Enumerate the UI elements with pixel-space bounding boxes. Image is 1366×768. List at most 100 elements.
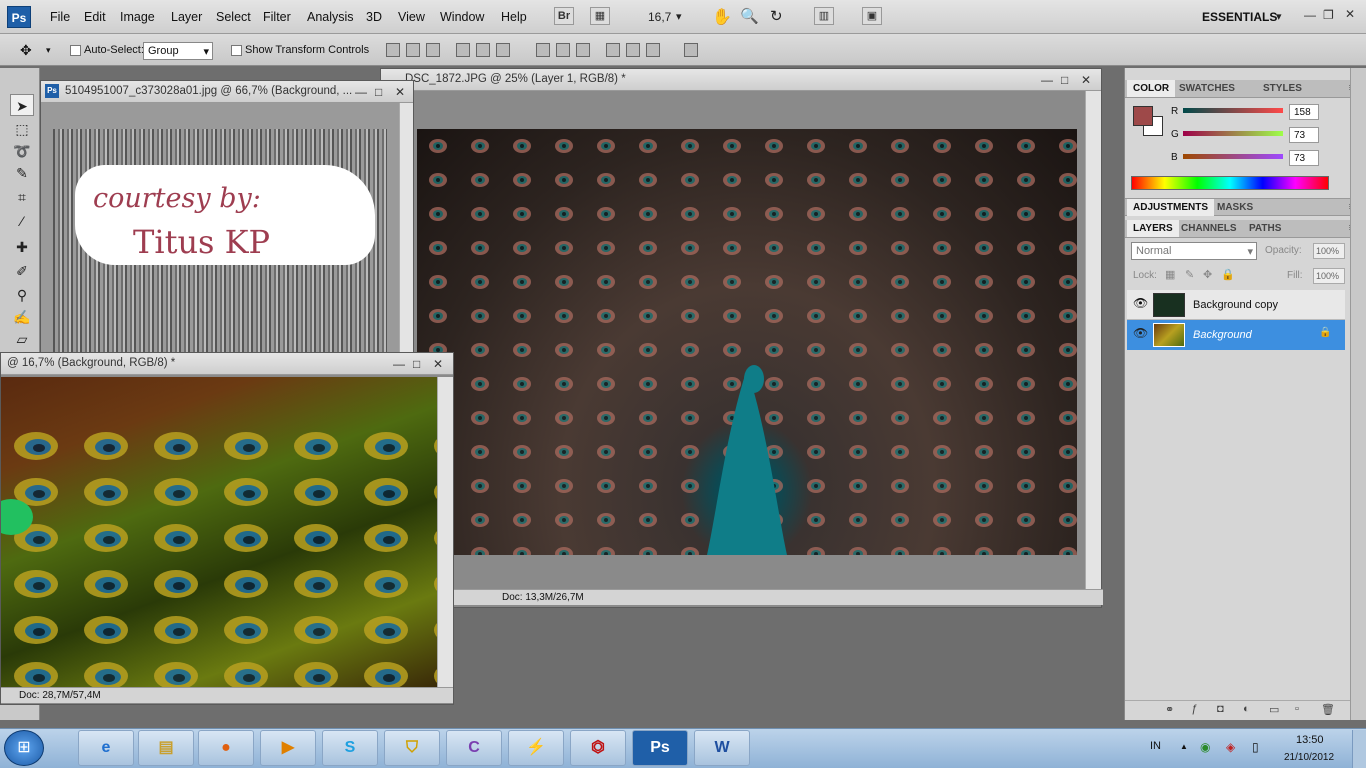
menu-layer[interactable]: Layer <box>171 10 202 24</box>
group-icon[interactable]: ▭ <box>1269 703 1279 716</box>
app-close-button[interactable]: ✕ <box>1345 7 1355 21</box>
quick-select-tool-icon[interactable]: ✎ <box>10 162 34 184</box>
file-explorer-icon[interactable]: ▤ <box>138 730 194 766</box>
brush-tool-icon[interactable]: ✐ <box>10 260 34 282</box>
distribute-bottom-icon[interactable] <box>576 43 590 57</box>
minibridge-icon[interactable]: ▦ <box>590 7 610 25</box>
g-value[interactable]: 73 <box>1289 127 1319 143</box>
layer-row[interactable]: 👁 Background copy <box>1127 290 1345 320</box>
move-tool-icon[interactable]: ✥ <box>20 42 32 59</box>
distribute-hcenter-icon[interactable] <box>626 43 640 57</box>
doc-minimize-button[interactable]: — <box>1041 73 1053 87</box>
distribute-top-icon[interactable] <box>536 43 550 57</box>
eraser-tool-icon[interactable]: ▱ <box>10 328 34 350</box>
tray-expand-icon[interactable]: ▲ <box>1180 742 1188 751</box>
language-indicator[interactable]: IN <box>1150 740 1161 752</box>
opacity-value[interactable]: 100% <box>1313 243 1345 259</box>
tab-layers[interactable]: LAYERS <box>1127 220 1179 237</box>
distribute-vcenter-icon[interactable] <box>556 43 570 57</box>
r-value[interactable]: 158 <box>1289 104 1319 120</box>
rotate-view-icon[interactable]: ↻ <box>770 7 783 25</box>
menu-analysis[interactable]: Analysis <box>307 10 354 24</box>
color-spectrum-ramp[interactable] <box>1131 176 1329 190</box>
word-icon[interactable]: W <box>694 730 750 766</box>
doc-close-button[interactable]: ✕ <box>395 85 405 99</box>
battery-icon[interactable]: ▯ <box>1252 740 1259 754</box>
vertical-scrollbar[interactable] <box>399 103 413 359</box>
doc-maximize-button[interactable]: □ <box>375 85 382 99</box>
photoshop-task-icon[interactable]: Ps <box>632 730 688 766</box>
document-window-dsc1872[interactable]: DSC_1872.JPG @ 25% (Layer 1, RGB/8) * — … <box>380 68 1103 608</box>
media-player-icon[interactable]: ▶ <box>260 730 316 766</box>
blend-mode-dropdown[interactable]: Normal ▾ <box>1131 242 1257 260</box>
chevron-down-icon[interactable]: ▾ <box>676 10 682 23</box>
link-layers-icon[interactable]: ⚭ <box>1165 703 1174 716</box>
g-slider[interactable] <box>1183 131 1283 136</box>
mask-icon[interactable]: ◘ <box>1217 703 1224 715</box>
hand-icon[interactable]: ✋ <box>712 7 732 27</box>
lock-image-icon[interactable]: ✎ <box>1185 268 1194 281</box>
fx-icon[interactable]: ƒ <box>1191 703 1197 715</box>
tab-masks[interactable]: MASKS <box>1211 199 1259 216</box>
menu-select[interactable]: Select <box>216 10 251 24</box>
doc-maximize-button[interactable]: □ <box>413 357 420 371</box>
doc-maximize-button[interactable]: □ <box>1061 73 1068 87</box>
tab-styles[interactable]: STYLES <box>1257 80 1308 97</box>
distribute-left-icon[interactable] <box>606 43 620 57</box>
zoom-icon[interactable]: 🔍 <box>740 7 759 25</box>
tab-adjustments[interactable]: ADJUSTMENTS <box>1127 199 1215 216</box>
adjustment-layer-icon[interactable]: ◐ <box>1243 703 1250 715</box>
lasso-tool-icon[interactable]: ➰ <box>10 140 34 162</box>
fill-value[interactable]: 100% <box>1313 268 1345 284</box>
foreground-color-swatch[interactable] <box>1133 106 1153 126</box>
document-window-feathers[interactable]: @ 16,7% (Background, RGB/8) * — □ ✕ Doc:… <box>0 352 454 705</box>
app-minimize-button[interactable]: — <box>1304 8 1316 22</box>
b-value[interactable]: 73 <box>1289 150 1319 166</box>
b-slider[interactable] <box>1183 154 1283 159</box>
doc-close-button[interactable]: ✕ <box>433 357 443 371</box>
menu-window[interactable]: Window <box>440 10 484 24</box>
menu-edit[interactable]: Edit <box>84 10 106 24</box>
auto-select-checkbox[interactable] <box>70 45 81 56</box>
menu-3d[interactable]: 3D <box>366 10 382 24</box>
volume-icon[interactable]: ◈ <box>1226 740 1235 754</box>
firefox-icon[interactable]: ● <box>198 730 254 766</box>
move-tool-icon[interactable]: ➤ <box>10 94 34 116</box>
align-left-icon[interactable] <box>456 43 470 57</box>
screen-mode-icon[interactable]: ▣ <box>862 7 882 25</box>
security-shield-icon[interactable]: ⛉ <box>384 730 440 766</box>
vertical-scrollbar[interactable] <box>1085 91 1101 591</box>
network-icon[interactable]: ◉ <box>1200 740 1210 754</box>
menu-filter[interactable]: Filter <box>263 10 291 24</box>
distribute-right-icon[interactable] <box>646 43 660 57</box>
menu-view[interactable]: View <box>398 10 425 24</box>
lock-transparent-icon[interactable]: ▦ <box>1165 268 1175 281</box>
internet-explorer-icon[interactable]: e <box>78 730 134 766</box>
new-layer-icon[interactable]: ▫ <box>1295 703 1299 715</box>
align-hcenter-icon[interactable] <box>476 43 490 57</box>
workspace-switcher[interactable]: ESSENTIALS <box>1202 10 1277 24</box>
history-brush-tool-icon[interactable]: ✍ <box>10 306 34 328</box>
document-window-5104951007[interactable]: 5104951007_c373028a01.jpg @ 66,7% (Backg… <box>40 80 414 360</box>
healing-brush-tool-icon[interactable]: ✚ <box>10 236 34 258</box>
marquee-tool-icon[interactable]: ⬚ <box>10 118 34 140</box>
start-button[interactable]: ⊞ <box>4 730 44 766</box>
auto-select-dropdown[interactable]: Group ▾ <box>143 42 213 60</box>
layer-row-selected[interactable]: 👁 Background 🔒 <box>1127 320 1345 350</box>
eye-icon[interactable]: 👁 <box>1133 296 1148 310</box>
doc-minimize-button[interactable]: — <box>393 357 405 371</box>
lock-position-icon[interactable]: ✥ <box>1203 268 1212 281</box>
menu-help[interactable]: Help <box>501 10 527 24</box>
menu-image[interactable]: Image <box>120 10 155 24</box>
chevron-down-icon[interactable]: ▾ <box>46 45 51 56</box>
vertical-scrollbar[interactable] <box>437 377 453 687</box>
app-restore-button[interactable]: ❐ <box>1323 8 1334 22</box>
zoom-level[interactable]: 16,7 <box>648 10 671 24</box>
crop-tool-icon[interactable]: ⌗ <box>10 186 34 208</box>
align-top-icon[interactable] <box>386 43 400 57</box>
show-transform-checkbox[interactable] <box>231 45 242 56</box>
doc-close-button[interactable]: ✕ <box>1081 73 1091 87</box>
skype-icon[interactable]: S <box>322 730 378 766</box>
align-right-icon[interactable] <box>496 43 510 57</box>
adobe-reader-icon[interactable]: ⏣ <box>570 730 626 766</box>
